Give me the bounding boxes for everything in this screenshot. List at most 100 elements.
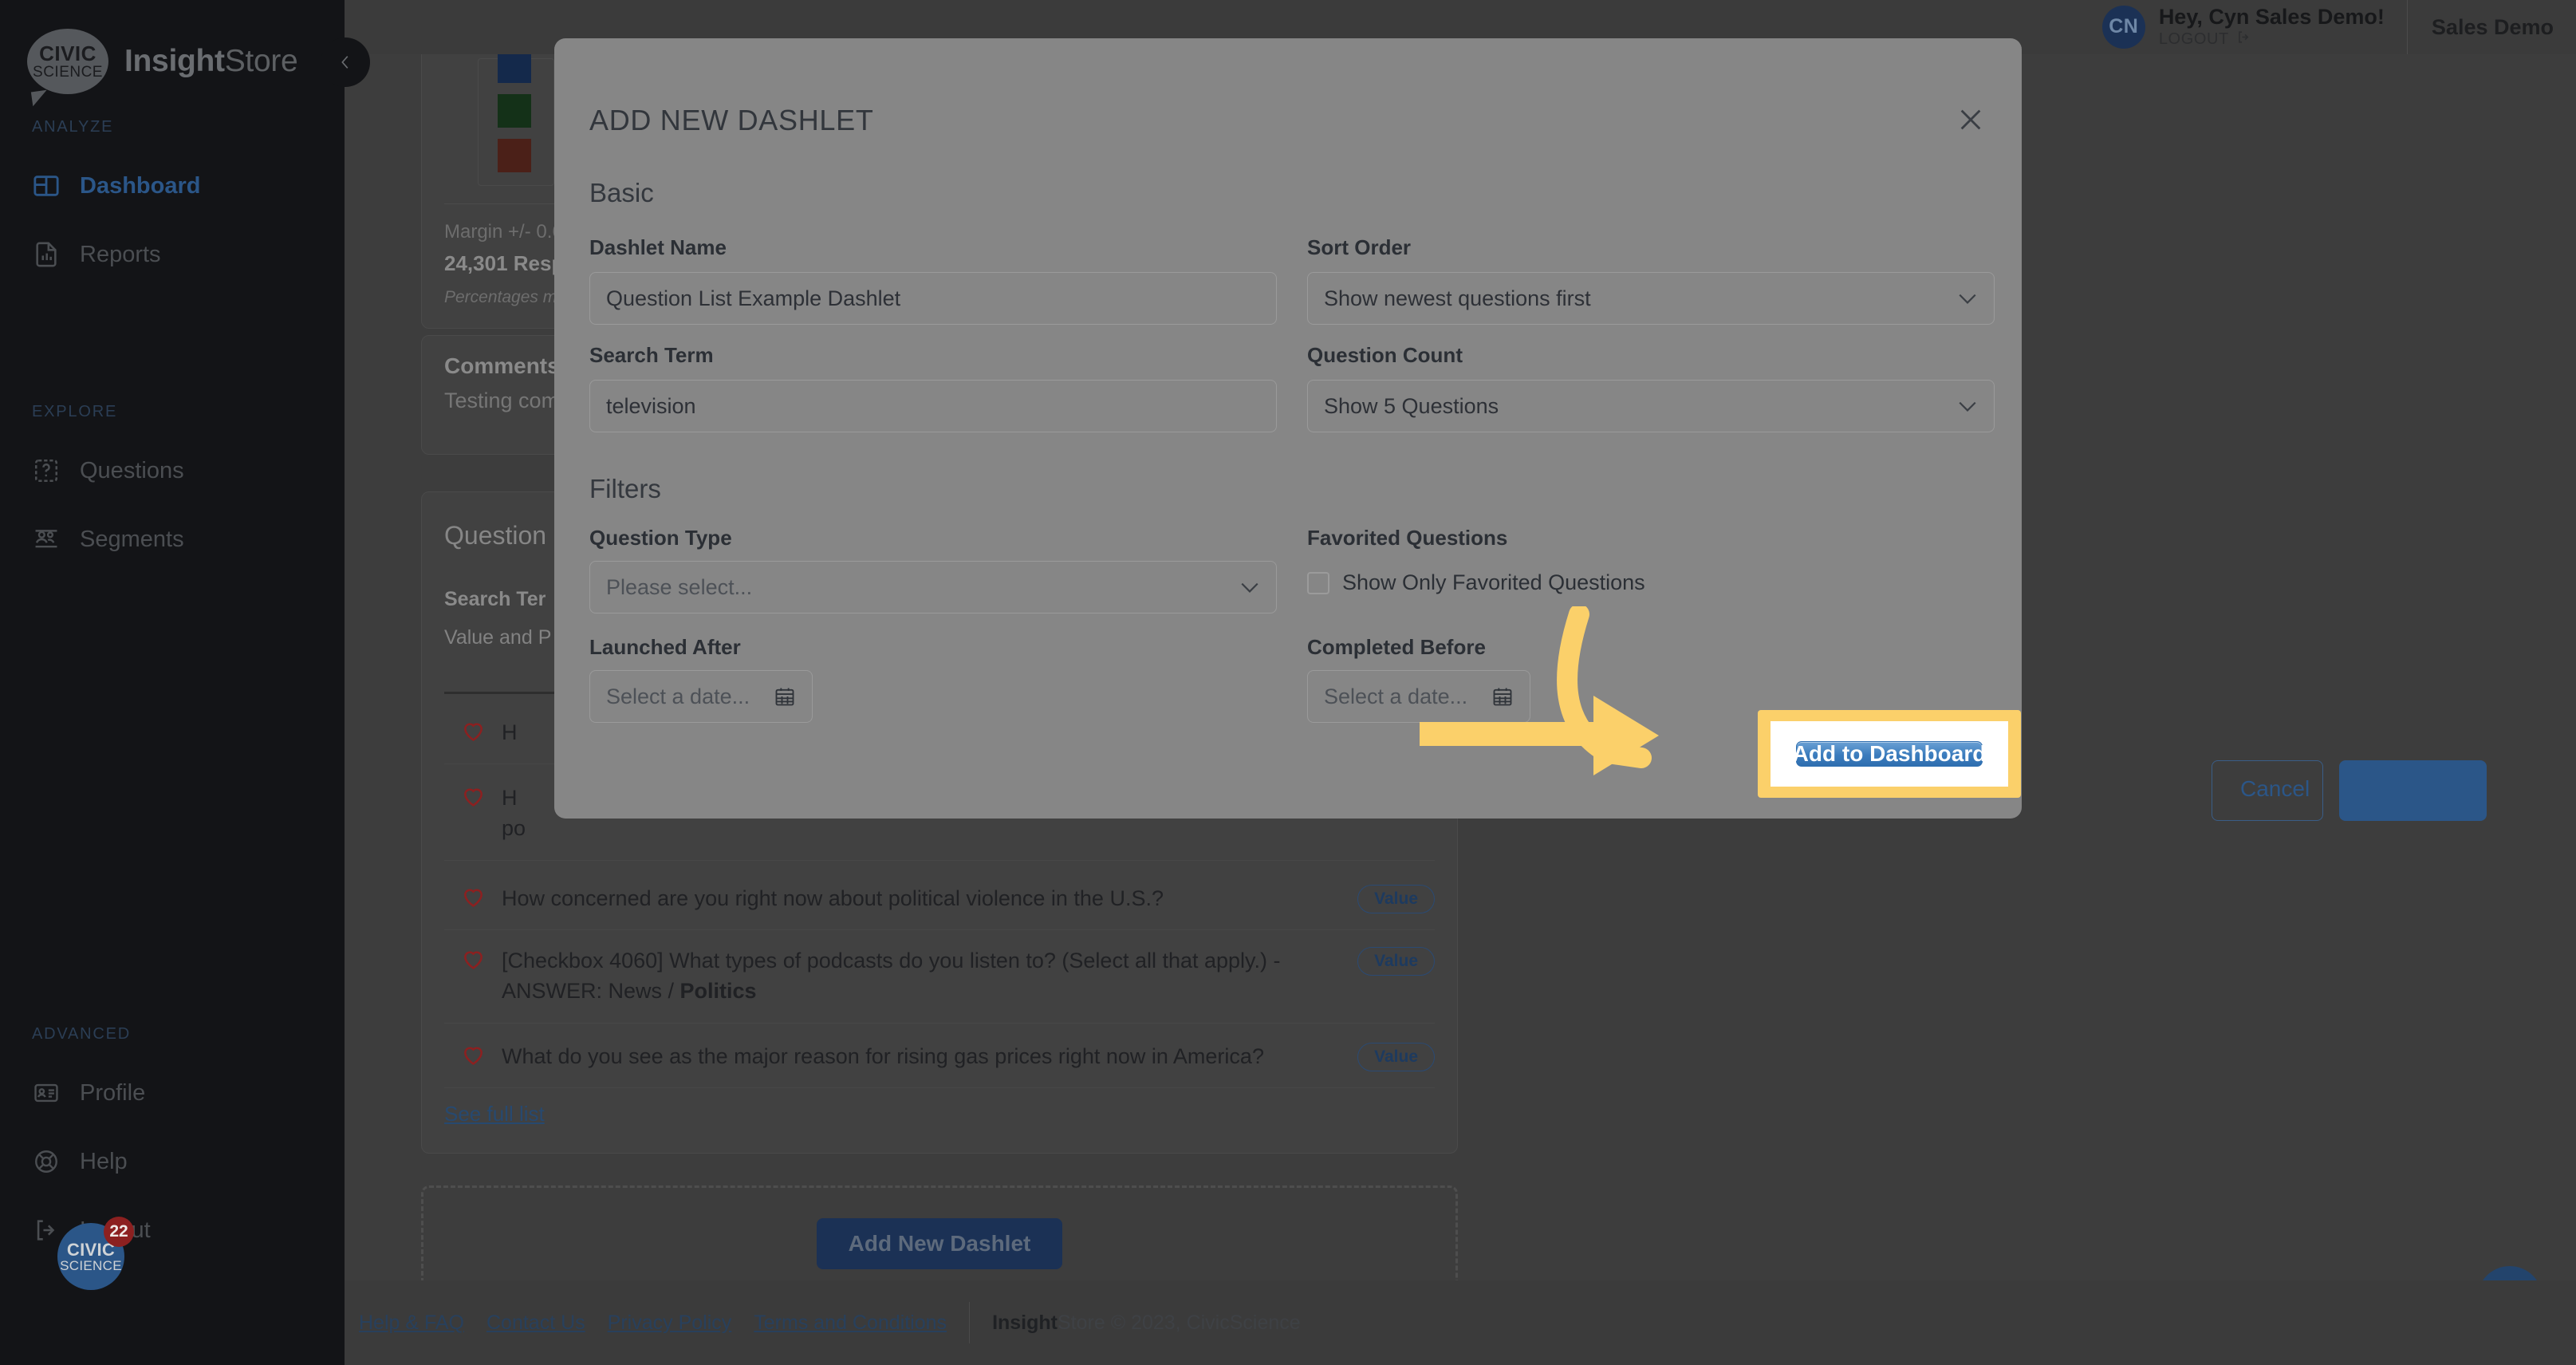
- logo-line-1: CIVIC: [39, 41, 97, 65]
- favorite-heart-icon[interactable]: [444, 945, 502, 970]
- modal-title: ADD NEW DASHLET: [589, 104, 874, 136]
- checkbox-label: Show Only Favorited Questions: [1342, 570, 1645, 594]
- nav-heading-advanced: ADVANCED: [32, 1025, 132, 1043]
- status-badge: Value: [1357, 885, 1435, 913]
- calendar-icon[interactable]: [774, 685, 796, 708]
- sidebar-item-segments[interactable]: Segments: [32, 517, 319, 562]
- lifebuoy-icon: [32, 1147, 61, 1176]
- civicscience-logo-icon: CIVIC SCIENCE: [27, 29, 108, 94]
- logo-line-2: SCIENCE: [33, 64, 103, 81]
- launched-after-date-input[interactable]: Select a date...: [589, 670, 813, 723]
- footer: Help & FAQ Contact Us Privacy Policy Ter…: [345, 1280, 2576, 1365]
- margin-of-error: Margin +/- 0.6: [444, 221, 563, 243]
- sidebar-item-questions[interactable]: Questions: [32, 448, 319, 493]
- footer-link-terms[interactable]: Terms and Conditions: [754, 1312, 947, 1335]
- favorite-heart-icon[interactable]: [444, 1041, 502, 1066]
- label-dashlet-name: Dashlet Name: [589, 235, 727, 259]
- sidebar-item-label: Segments: [80, 526, 184, 552]
- dashlet-name-input[interactable]: Question List Example Dashlet: [589, 272, 1277, 325]
- user-greeting: Hey, Cyn Sales Demo!: [2158, 4, 2385, 29]
- logout-button[interactable]: LOGOUT: [2159, 30, 2385, 49]
- sidebar-item-reports[interactable]: Reports: [32, 232, 319, 277]
- show-only-favorited-checkbox[interactable]: Show Only Favorited Questions: [1307, 570, 1645, 595]
- launched-after-value: Select a date...: [606, 684, 750, 708]
- status-badge: Value: [1357, 947, 1435, 976]
- dashlet-name-value: Question List Example Dashlet: [606, 286, 901, 310]
- user-text: Hey, Cyn Sales Demo! LOGOUT: [2159, 5, 2385, 49]
- dashboard-icon: [32, 172, 61, 200]
- sidebar-collapse-button[interactable]: [321, 37, 370, 87]
- search-term-label: Search Ter: [444, 588, 546, 610]
- account-name[interactable]: Sales Demo: [2408, 15, 2576, 40]
- copyright-rest: Store © 2023, CivicScience: [1058, 1311, 1301, 1334]
- favorite-heart-icon[interactable]: [444, 883, 502, 908]
- chart-legend: [478, 54, 554, 186]
- table-row[interactable]: [Checkbox 4060] What types of podcasts d…: [444, 929, 1435, 1024]
- legend-swatch-1: [498, 54, 531, 83]
- table-row[interactable]: What do you see as the major reason for …: [444, 1025, 1435, 1089]
- checkbox-box[interactable]: [1307, 571, 1329, 594]
- add-to-dashboard-button[interactable]: [2339, 760, 2487, 821]
- section-heading-basic: Basic: [589, 178, 654, 207]
- sidebar: CIVIC SCIENCE InsightStore ANALYZE Dashb…: [0, 0, 345, 1365]
- search-term-input[interactable]: television: [589, 380, 1277, 432]
- footer-link-help-faq[interactable]: Help & FAQ: [359, 1312, 464, 1335]
- question-icon: [32, 456, 61, 485]
- copyright-brand: Insight: [992, 1311, 1058, 1334]
- sort-order-select[interactable]: Show newest questions first: [1307, 272, 1995, 325]
- comments-body: Testing com: [444, 389, 560, 412]
- help-widget-launcher[interactable]: CIVIC SCIENCE 22: [57, 1217, 134, 1290]
- highlight-annotation-inner: Add to Dashboard: [1771, 721, 2008, 787]
- sidebar-item-label: Questions: [80, 457, 184, 483]
- footer-link-privacy-policy[interactable]: Privacy Policy: [608, 1312, 732, 1335]
- legend-swatch-2: [498, 94, 531, 128]
- nav-section-explore: EXPLORE Questions Segments: [32, 403, 319, 586]
- chevron-down-icon: [1239, 580, 1260, 594]
- footer-link-contact-us[interactable]: Contact Us: [486, 1312, 585, 1335]
- product-name-rest: Store: [224, 44, 298, 78]
- add-new-dashlet-button[interactable]: Add New Dashlet: [816, 1218, 1063, 1269]
- chevron-down-icon: [1957, 291, 1978, 306]
- comments-title: Comments: [444, 353, 560, 378]
- question-text: What do you see as the major reason for …: [502, 1044, 1264, 1068]
- section-heading-filters: Filters: [589, 474, 661, 503]
- footer-copyright: InsightStore © 2023, CivicScience: [992, 1312, 1301, 1335]
- sidebar-item-label: Reports: [80, 241, 161, 267]
- product-name-bold: Insight: [124, 44, 225, 78]
- sidebar-item-dashboard[interactable]: Dashboard: [32, 164, 319, 208]
- annotation-arrow-icon: [1420, 606, 1659, 775]
- status-badge: Value: [1357, 1043, 1435, 1071]
- label-search-term: Search Term: [589, 343, 714, 367]
- search-term-value: television: [606, 393, 696, 418]
- question-count-value: Show 5 Questions: [1324, 393, 1499, 418]
- segments-icon: [32, 525, 61, 554]
- product-name: InsightStore: [124, 44, 298, 79]
- report-icon: [32, 240, 61, 269]
- highlight-annotation-border: Add to Dashboard: [1758, 710, 2021, 798]
- label-question-count: Question Count: [1307, 343, 1463, 367]
- favorite-heart-icon[interactable]: [444, 783, 502, 807]
- close-icon[interactable]: [1952, 101, 1990, 139]
- logout-arrow-icon: [2236, 30, 2251, 49]
- table-row[interactable]: How concerned are you right now about po…: [444, 867, 1435, 931]
- search-term-value: Value and P: [444, 626, 552, 649]
- add-to-dashboard-button-highlighted[interactable]: Add to Dashboard: [1793, 741, 1986, 767]
- chevron-down-icon: [1957, 399, 1978, 413]
- legend-swatch-3: [498, 139, 531, 172]
- label-launched-after: Launched After: [589, 635, 741, 659]
- see-full-list-link[interactable]: See full list: [444, 1102, 545, 1126]
- question-count-select[interactable]: Show 5 Questions: [1307, 380, 1995, 432]
- sidebar-item-profile[interactable]: Profile: [32, 1071, 319, 1115]
- logout-icon: [32, 1216, 61, 1245]
- help-widget-line-1: CIVIC: [66, 1239, 116, 1260]
- avatar: CN: [2101, 5, 2145, 49]
- favorite-heart-icon[interactable]: [444, 717, 502, 742]
- user-menu[interactable]: CN Hey, Cyn Sales Demo! LOGOUT: [2101, 5, 2407, 49]
- footer-divider: [969, 1302, 971, 1343]
- question-type-select[interactable]: Please select...: [589, 561, 1277, 613]
- help-widget-line-2: SCIENCE: [60, 1257, 122, 1273]
- question-text: How concerned are you right now about po…: [502, 886, 1164, 910]
- question-list-title: Question: [444, 521, 547, 550]
- sidebar-item-help[interactable]: Help: [32, 1139, 319, 1184]
- profile-card-icon: [32, 1079, 61, 1107]
